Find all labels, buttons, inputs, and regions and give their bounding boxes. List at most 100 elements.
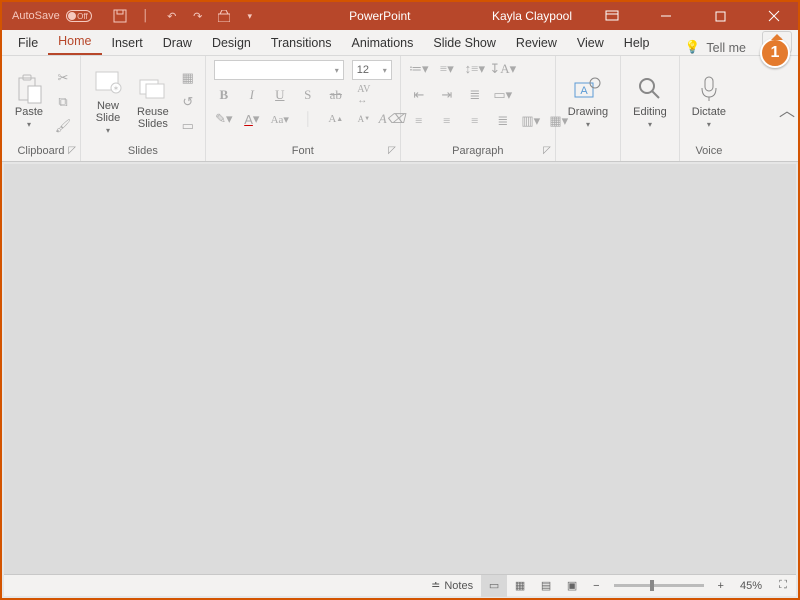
increase-font-icon[interactable]: A▲ (326, 110, 346, 128)
highlight-color-icon[interactable]: ✎▾ (214, 110, 234, 128)
svg-text:A: A (580, 85, 588, 97)
chevron-down-icon: ▾ (335, 66, 339, 75)
slideshow-view-icon[interactable]: ▣ (559, 575, 585, 597)
layout-icon[interactable]: ▦ (179, 69, 197, 87)
increase-indent-icon[interactable]: ⇥ (437, 86, 457, 104)
maximize-icon[interactable] (700, 2, 740, 30)
decrease-indent-icon[interactable]: ⇤ (409, 86, 429, 104)
editing-button[interactable]: Editing ▾ (629, 74, 671, 129)
undo-icon[interactable]: ↶ (164, 8, 180, 24)
tab-design[interactable]: Design (202, 32, 261, 55)
shadow-button[interactable]: S (298, 86, 318, 104)
drawing-button[interactable]: A Drawing ▾ (564, 74, 612, 129)
copy-icon[interactable]: ⧉ (54, 93, 72, 111)
justify-icon[interactable]: ≣ (493, 112, 513, 130)
callout-marker-1: 1 (760, 38, 790, 68)
notes-button[interactable]: ≐Notes (423, 575, 481, 597)
ribbon: Paste ▾ ✂ ⧉ 🖌 Clipboard◸ ✶ New Slide ▾ R… (2, 56, 798, 162)
font-size-combo[interactable]: 12▾ (352, 60, 392, 80)
group-clipboard: Paste ▾ ✂ ⧉ 🖌 Clipboard◸ (2, 56, 81, 161)
columns-icon[interactable]: ▥▾ (521, 112, 541, 130)
divider-icon: │ (298, 110, 318, 128)
lightbulb-icon: 💡 (685, 40, 701, 55)
quick-access-toolbar: │ ↶ ↷ ▾ (102, 8, 268, 24)
svg-text:✶: ✶ (113, 84, 120, 93)
group-paragraph: ≔▾ ≡▾ ↕≡▾ ↧A▾ ⇤ ⇥ ≣ ▭▾ ≡ ≡ ≡ ≣ ▥▾ ▦▾ Par… (401, 56, 556, 161)
cut-icon[interactable]: ✂ (54, 69, 72, 87)
section-icon[interactable]: ▭ (179, 117, 197, 135)
line-spacing-icon[interactable]: ↕≡▾ (465, 60, 485, 78)
ribbon-display-icon[interactable] (592, 2, 632, 30)
font-family-combo[interactable]: ▾ (214, 60, 344, 80)
align-text-icon[interactable]: ▭▾ (493, 86, 513, 104)
chevron-down-icon: ▾ (586, 120, 590, 129)
tab-home[interactable]: Home (48, 30, 101, 55)
autosave-toggle[interactable]: AutoSave Off (2, 10, 102, 22)
chevron-down-icon: ▾ (106, 126, 110, 135)
change-case-icon[interactable]: Aa▾ (270, 110, 290, 128)
align-left-icon[interactable]: ≡ (409, 112, 429, 130)
character-spacing-icon[interactable]: AV↔ (354, 86, 374, 104)
fit-to-window-icon[interactable]: ⛶ (770, 575, 796, 597)
zoom-in-button[interactable]: + (710, 575, 732, 597)
normal-view-icon[interactable]: ▭ (481, 575, 507, 597)
tab-animations[interactable]: Animations (342, 32, 424, 55)
dialog-launcher-icon[interactable]: ◸ (388, 145, 396, 156)
tab-insert[interactable]: Insert (102, 32, 153, 55)
save-icon[interactable] (112, 8, 128, 24)
align-center-icon[interactable]: ≡ (437, 112, 457, 130)
underline-button[interactable]: U (270, 86, 290, 104)
zoom-slider[interactable] (614, 584, 704, 587)
customize-qat-icon[interactable]: ▾ (242, 8, 258, 24)
tab-help[interactable]: Help (614, 32, 660, 55)
chevron-down-icon: ▾ (707, 120, 711, 129)
tab-file[interactable]: File (8, 32, 48, 55)
font-color-icon[interactable]: A▾ (242, 110, 262, 128)
strikethrough-button[interactable]: ab (326, 86, 346, 104)
dialog-launcher-icon[interactable]: ◸ (68, 145, 76, 156)
tab-draw[interactable]: Draw (153, 32, 202, 55)
numbering-icon[interactable]: ≡▾ (437, 60, 457, 78)
align-right-icon[interactable]: ≡ (465, 112, 485, 130)
paste-button[interactable]: Paste ▾ (10, 74, 48, 129)
user-name[interactable]: Kayla Claypool (492, 9, 578, 23)
autosave-label: AutoSave (12, 10, 60, 22)
divider-icon: │ (138, 8, 154, 24)
new-slide-button[interactable]: ✶ New Slide ▾ (89, 68, 127, 135)
group-voice: Dictate ▾ Voice (680, 56, 738, 161)
dictate-button[interactable]: Dictate ▾ (688, 74, 730, 129)
close-icon[interactable] (754, 2, 794, 30)
reading-view-icon[interactable]: ▤ (533, 575, 559, 597)
italic-button[interactable]: I (242, 86, 262, 104)
slide-sorter-view-icon[interactable]: ▦ (507, 575, 533, 597)
group-font: ▾ 12▾ B I U S ab AV↔ ✎▾ A▾ Aa▾ │ A▲ A▼ A… (206, 56, 401, 161)
text-direction-icon[interactable]: ↧A▾ (493, 60, 513, 78)
reuse-slides-button[interactable]: Reuse Slides (133, 74, 173, 130)
tab-transitions[interactable]: Transitions (261, 32, 342, 55)
tab-review[interactable]: Review (506, 32, 567, 55)
tell-me-search[interactable]: 💡 Tell me (675, 40, 756, 55)
bold-button[interactable]: B (214, 86, 234, 104)
zoom-level[interactable]: 45% (732, 575, 770, 597)
list-level-icon[interactable]: ≣ (465, 86, 485, 104)
bullets-icon[interactable]: ≔▾ (409, 60, 429, 78)
clear-formatting-icon[interactable]: A⌫ (382, 110, 402, 128)
toggle-icon: Off (66, 10, 92, 22)
reset-icon[interactable]: ↺ (179, 93, 197, 111)
redo-icon[interactable]: ↷ (190, 8, 206, 24)
minimize-icon[interactable] (646, 2, 686, 30)
dialog-launcher-icon[interactable]: ◸ (543, 145, 551, 156)
collapse-ribbon-icon[interactable]: ︿ (776, 56, 798, 161)
shapes-icon: A (573, 74, 603, 104)
zoom-out-button[interactable]: − (585, 575, 607, 597)
group-drawing: A Drawing ▾ (556, 56, 621, 161)
chevron-down-icon: ▾ (27, 120, 31, 129)
tab-view[interactable]: View (567, 32, 614, 55)
format-painter-icon[interactable]: 🖌 (54, 117, 72, 135)
decrease-font-icon[interactable]: A▼ (354, 110, 374, 128)
title-bar: AutoSave Off │ ↶ ↷ ▾ PowerPoint Kayla Cl… (2, 2, 798, 30)
ribbon-tabs: File Home Insert Draw Design Transitions… (2, 30, 798, 56)
tab-slideshow[interactable]: Slide Show (423, 32, 506, 55)
start-from-beginning-icon[interactable] (216, 8, 232, 24)
notes-icon: ≐ (431, 579, 440, 592)
